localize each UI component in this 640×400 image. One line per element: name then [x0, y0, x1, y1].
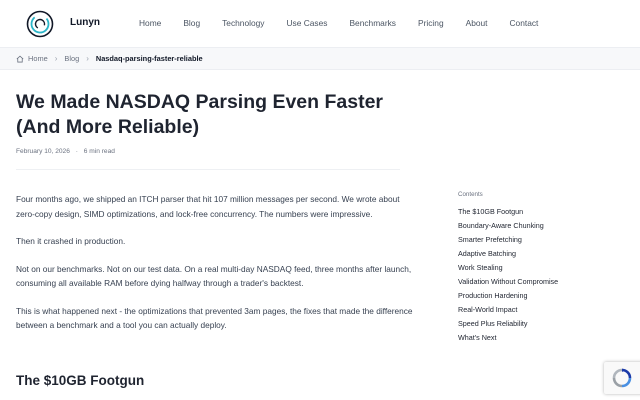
paragraph: This is what happened next - the optimiz… — [16, 305, 413, 331]
breadcrumb-home[interactable]: Home — [28, 54, 48, 63]
paragraph: Not on our benchmarks. Not on our test d… — [16, 263, 412, 289]
toc-title: Contents — [458, 191, 483, 198]
breadcrumb-current: Nasdaq-parsing-faster-reliable — [95, 54, 203, 63]
toc-item[interactable]: Validation Without Compromise — [458, 275, 608, 289]
breadcrumb: Home › Blog › Nasdaq-parsing-faster-reli… — [16, 54, 203, 63]
chevron-right-icon: › — [54, 54, 58, 63]
table-of-contents: Contents The $10GB Footgun Boundary-Awar… — [458, 191, 608, 345]
toc-item[interactable]: Real-World Impact — [458, 303, 608, 317]
toc-item[interactable]: Speed Plus Reliability — [458, 317, 608, 331]
toc-item[interactable]: Smarter Prefetching — [458, 233, 608, 247]
nav-contact[interactable]: Contact — [510, 18, 539, 28]
nav-blog[interactable]: Blog — [183, 18, 200, 28]
main-nav: Home Blog Technology Use Cases Benchmark… — [139, 18, 560, 28]
nav-home[interactable]: Home — [139, 18, 161, 28]
article-read-time: 6 min read — [83, 148, 115, 155]
meta-separator: · — [75, 148, 78, 155]
brand-name[interactable]: Lunyn — [70, 17, 100, 28]
nav-use-cases[interactable]: Use Cases — [286, 18, 327, 28]
article-body: Four months ago, we shipped an ITCH pars… — [16, 192, 420, 346]
toc-item[interactable]: The $10GB Footgun — [458, 205, 608, 219]
breadcrumb-blog[interactable]: Blog — [64, 54, 79, 63]
home-icon — [16, 55, 24, 62]
toc-item[interactable]: What's Next — [458, 331, 608, 345]
section-heading: The $10GB Footgun — [16, 373, 145, 388]
nav-benchmarks[interactable]: Benchmarks — [349, 18, 396, 28]
recaptcha-badge[interactable] — [604, 362, 640, 394]
toc-item[interactable]: Boundary-Aware Chunking — [458, 219, 608, 233]
header-divider — [16, 169, 400, 170]
toc-item[interactable]: Production Hardening — [458, 289, 608, 303]
recaptcha-icon — [612, 368, 632, 388]
breadcrumb-bar: Home › Blog › Nasdaq-parsing-faster-reli… — [0, 48, 640, 70]
nav-pricing[interactable]: Pricing — [418, 18, 444, 28]
article-title: We Made NASDAQ Parsing Even Faster (And … — [16, 91, 383, 138]
article-date: February 10, 2026 — [16, 148, 70, 155]
article-meta: February 10, 2026 · 6 min read — [16, 148, 115, 155]
top-navigation-bar: Lunyn Home Blog Technology Use Cases Ben… — [0, 0, 640, 48]
paragraph: Four months ago, we shipped an ITCH pars… — [16, 194, 400, 219]
toc-item[interactable]: Adaptive Batching — [458, 247, 608, 261]
toc-item[interactable]: Work Stealing — [458, 261, 608, 275]
paragraph: Then it crashed in production. — [16, 236, 126, 246]
nav-about[interactable]: About — [466, 18, 488, 28]
chevron-right-icon: › — [86, 54, 89, 63]
nav-technology[interactable]: Technology — [222, 18, 264, 28]
lunyn-logo-icon[interactable] — [26, 10, 54, 38]
